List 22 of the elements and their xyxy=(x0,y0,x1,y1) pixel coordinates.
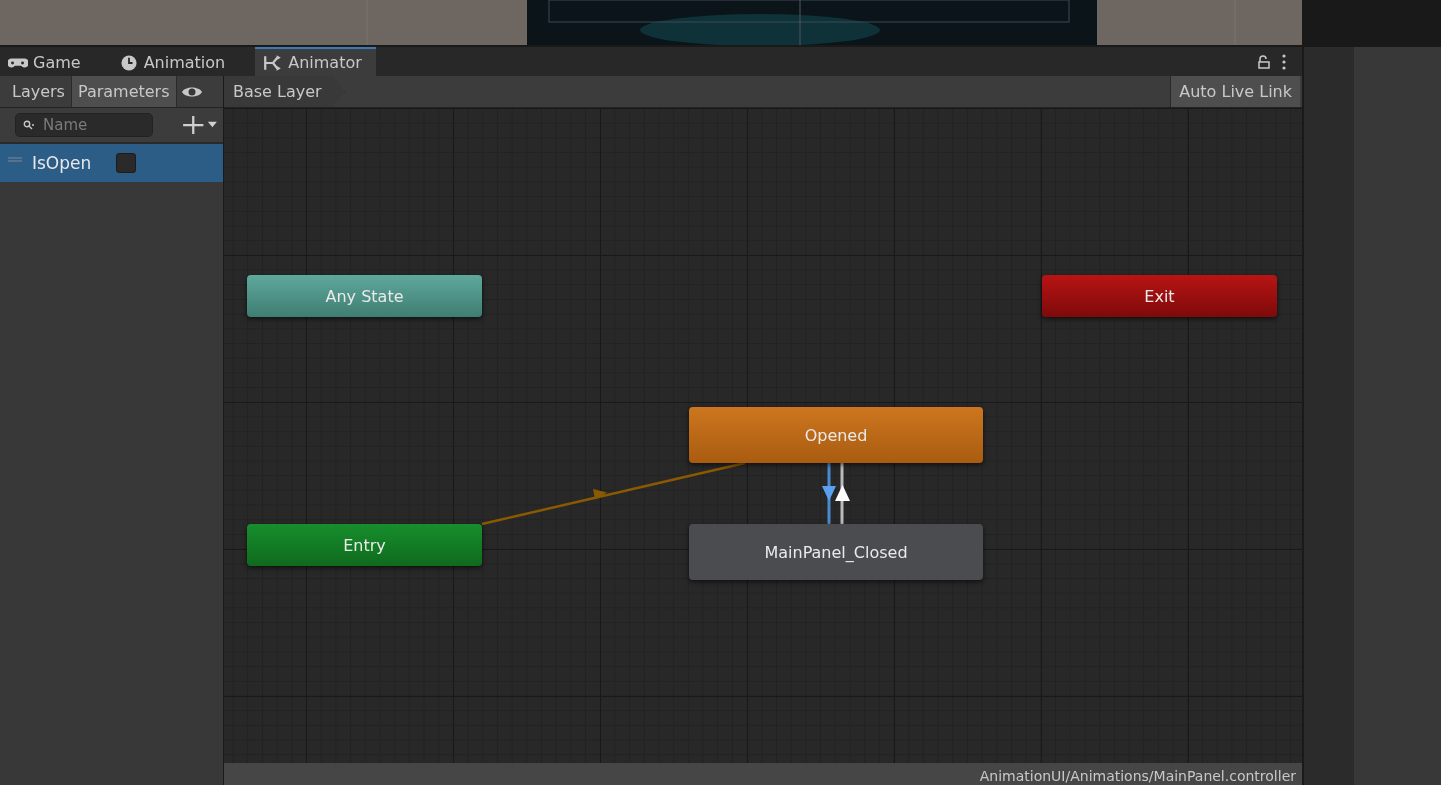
drag-handle-icon[interactable] xyxy=(8,156,22,162)
auto-live-link-button[interactable]: Auto Live Link xyxy=(1170,76,1300,107)
transition-arrow[interactable] xyxy=(835,463,850,524)
state-node[interactable]: MainPanel_Closed xyxy=(689,524,983,580)
search-icon xyxy=(23,120,35,130)
window-tab[interactable]: Game xyxy=(0,47,95,76)
parameter-row[interactable]: IsOpen xyxy=(0,144,223,182)
search-field[interactable]: Name xyxy=(15,113,153,137)
panel-tab[interactable]: Parameters xyxy=(71,76,177,107)
state-node[interactable]: Exit xyxy=(1042,275,1277,317)
add-icon[interactable] xyxy=(181,116,219,134)
window-tab[interactable]: Animation xyxy=(110,47,240,76)
checkbox[interactable] xyxy=(116,153,136,173)
transition-arrow[interactable] xyxy=(822,463,836,524)
state-node[interactable]: Entry xyxy=(247,524,482,566)
status-bar: AnimationUI/Animations/MainPanel.controller xyxy=(224,763,1302,785)
animator-icon xyxy=(263,54,284,71)
menu-icon[interactable] xyxy=(1282,53,1286,70)
state-node[interactable]: Opened xyxy=(689,407,983,463)
window-tab[interactable]: Animator xyxy=(255,47,376,76)
parameter-name: IsOpen xyxy=(32,153,93,173)
lock-icon[interactable] xyxy=(1258,54,1270,69)
